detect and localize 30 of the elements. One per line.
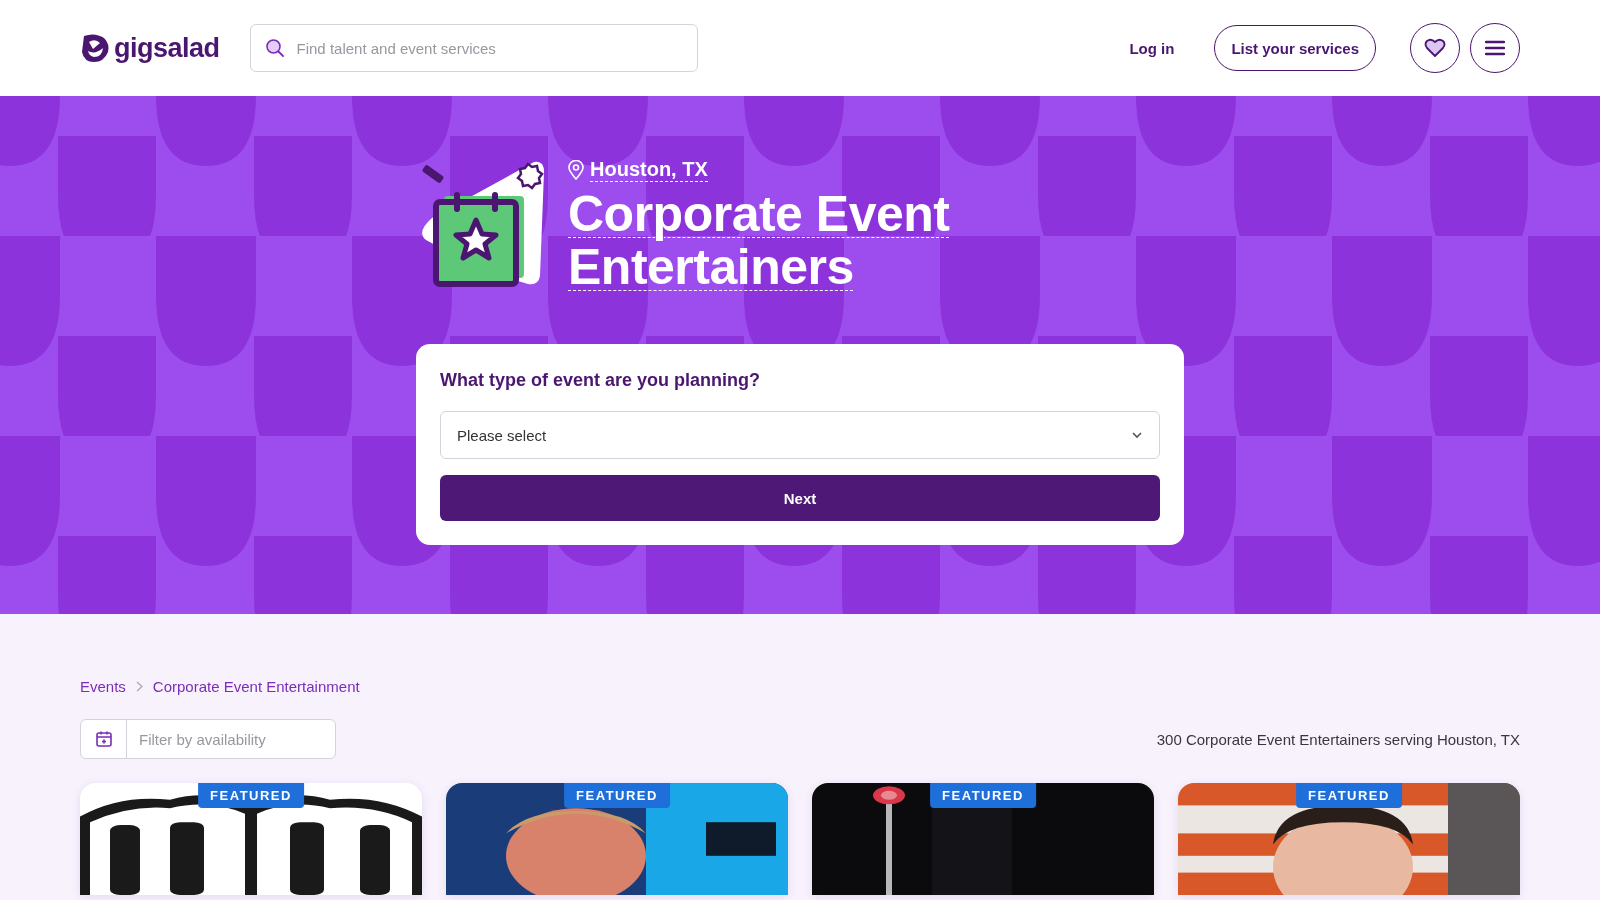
location-pin-icon xyxy=(568,160,584,180)
heart-icon xyxy=(1424,38,1446,58)
performer-card[interactable]: FEATURED xyxy=(446,783,788,895)
list-services-button[interactable]: List your services xyxy=(1214,25,1376,71)
login-link[interactable]: Log in xyxy=(1119,31,1185,65)
page-title: Corporate Event Entertainers xyxy=(568,188,951,294)
breadcrumb-link[interactable]: Corporate Event Entertainment xyxy=(152,678,360,695)
location-link[interactable]: Houston, TX xyxy=(568,158,1008,182)
menu-button[interactable] xyxy=(1470,23,1520,73)
chevron-down-icon xyxy=(1131,431,1143,439)
search-field[interactable]: Find talent and event services xyxy=(249,24,698,72)
next-button[interactable]: Next xyxy=(440,475,1160,521)
featured-badge: FEATURED xyxy=(930,783,1036,808)
featured-badge: FEATURED xyxy=(198,783,304,808)
results-count: 300 Corporate Event Entertainers serving Houston, TX xyxy=(1156,730,1520,748)
availability-filter[interactable]: Filter by availability xyxy=(80,719,336,759)
form-question: What type of event are you planning? xyxy=(440,370,762,391)
breadcrumb-link[interactable]: Events xyxy=(80,678,126,695)
featured-badge: FEATURED xyxy=(564,783,670,808)
featured-badge: FEATURED xyxy=(1296,783,1402,808)
calendar-icon xyxy=(94,730,113,748)
menu-icon xyxy=(1485,40,1505,56)
favorites-button[interactable] xyxy=(1410,23,1460,73)
chevron-right-icon xyxy=(135,681,143,692)
gigsalad-logo[interactable]: gigsalad xyxy=(80,32,220,64)
event-type-select[interactable]: Please select xyxy=(440,411,1160,459)
search-icon xyxy=(264,38,285,58)
performer-card[interactable]: FEATURED xyxy=(1178,783,1520,895)
performer-card[interactable]: FEATURED xyxy=(812,783,1154,895)
performer-card[interactable]: FEATURED xyxy=(80,783,422,895)
